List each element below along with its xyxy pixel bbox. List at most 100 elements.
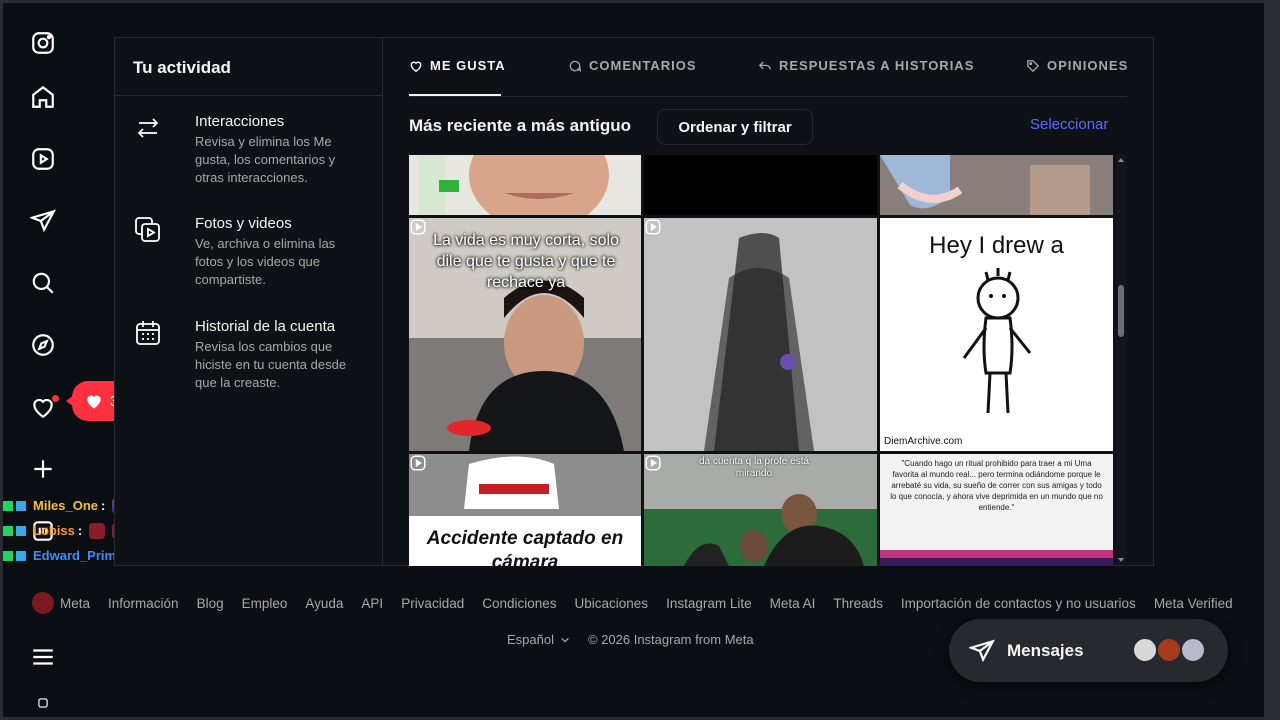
search-icon[interactable] <box>20 260 66 306</box>
arrows-icon <box>137 118 159 138</box>
footer-link[interactable]: Blog <box>197 596 224 611</box>
sidebar-item-desc: Revisa y elimina los Me gusta, los comen… <box>195 134 336 185</box>
footer-bottom: Español © 2026 Instagram from Meta <box>507 632 754 647</box>
sidebar-item-desc: Revisa los cambios que hiciste en tu cue… <box>195 339 347 390</box>
footer-link[interactable]: Instagram Lite <box>666 596 752 611</box>
message-avatars <box>1132 637 1212 663</box>
tab-me-gusta[interactable]: ME GUSTA <box>409 58 506 73</box>
reels-icon[interactable] <box>20 136 66 182</box>
instagram-icon[interactable] <box>20 20 66 66</box>
activity-sidebar: Tu actividad Interacciones Revisa y elim… <box>115 38 383 565</box>
heart-icon <box>410 61 422 72</box>
badge-icon <box>3 500 13 511</box>
sort-label: Más reciente a más antiguo <box>409 116 632 135</box>
post-thumbnail[interactable]: Hey I drew a DiemArchive.com <box>880 218 1113 451</box>
footer-link[interactable]: Empleo <box>242 596 288 611</box>
reel-icon <box>645 219 661 235</box>
select-link[interactable]: Seleccionar <box>1030 116 1108 133</box>
home-icon[interactable] <box>20 74 66 120</box>
footer-link[interactable]: Privacidad <box>401 596 464 611</box>
messages-icon <box>969 638 995 662</box>
footer-link[interactable]: Meta AI <box>770 596 816 611</box>
footer-links: Meta Información Blog Empleo Ayuda API P… <box>32 592 1233 614</box>
post-thumbnail[interactable] <box>409 155 641 215</box>
chevron-down-icon <box>561 637 569 643</box>
activity-content: ME GUSTA COMENTARIOS RESPUESTAS A HISTOR… <box>383 38 1155 566</box>
reel-icon <box>410 455 426 471</box>
tab-bar: ME GUSTA COMENTARIOS RESPUESTAS A HISTOR… <box>409 38 1127 97</box>
media-icon <box>135 217 160 242</box>
post-thumbnail[interactable] <box>880 155 1113 215</box>
post-thumbnail[interactable] <box>644 218 877 451</box>
sidebar-item-title: Fotos y videos <box>195 215 292 232</box>
sidebar-item-desc: Ve, archiva o elimina las fotos y los vi… <box>195 236 336 287</box>
footer-link-meta[interactable]: Meta <box>32 592 90 614</box>
tab-comentarios[interactable]: COMENTARIOS <box>568 58 697 73</box>
post-thumbnail[interactable]: La vida es muy corta, solo dile que te g… <box>409 218 641 451</box>
language-select[interactable]: Español <box>507 632 570 647</box>
badge-icon <box>16 500 26 511</box>
drawing <box>962 268 1032 414</box>
messages-button[interactable]: Mensajes <box>949 619 1228 682</box>
heart-icon[interactable] <box>20 384 66 430</box>
footer-link[interactable]: Ubicaciones <box>575 596 649 611</box>
tab-label: OPINIONES <box>1047 58 1129 73</box>
chat-username: Miles_One <box>33 498 99 513</box>
badge-icon <box>3 550 13 561</box>
scrollbar-thumb[interactable] <box>1118 285 1124 337</box>
post-caption: Accidente captado en cámara <box>426 528 624 566</box>
notification-dot <box>52 395 59 402</box>
tab-opiniones[interactable]: OPINIONES <box>1026 58 1128 73</box>
post-thumbnail[interactable]: "Cuando hago un ritual prohibido para tr… <box>880 454 1113 566</box>
active-tab-indicator <box>409 94 501 96</box>
page-title: Tu actividad <box>133 58 231 77</box>
reel-icon <box>645 455 661 471</box>
badge-icon <box>16 525 26 536</box>
menu-icon[interactable] <box>20 634 66 680</box>
post-thumbnail[interactable]: da cuenta q la profe está mirando <box>644 454 877 566</box>
copyright: © 2026 Instagram from Meta <box>587 632 754 647</box>
footer-link[interactable]: Importación de contactos y no usuarios <box>901 596 1136 611</box>
footer-link[interactable]: Meta Verified <box>1154 596 1233 611</box>
reel-icon <box>410 219 426 235</box>
liked-posts-grid: La vida es muy corta, solo dile que te g… <box>409 155 1115 566</box>
post-caption: La vida es muy corta, solo dile que te g… <box>433 232 619 291</box>
avatar <box>32 592 54 614</box>
footer-link[interactable]: Condiciones <box>482 596 556 611</box>
tab-label: ME GUSTA <box>430 58 506 73</box>
sidebar-item-title: Historial de la cuenta <box>195 318 336 335</box>
chat-username: Lobiss <box>33 523 75 538</box>
reply-icon <box>758 60 771 70</box>
sidebar-item-title: Interacciones <box>195 113 285 130</box>
grid-scrollbar[interactable] <box>1116 155 1126 565</box>
sort-filter-button[interactable]: Ordenar y filtrar <box>657 109 813 145</box>
footer-link[interactable]: Threads <box>833 596 883 611</box>
more-icon[interactable] <box>20 688 66 718</box>
heart-filled-icon <box>87 395 101 409</box>
post-thumbnail[interactable]: Accidente captado en cámara <box>409 454 641 566</box>
tab-label: RESPUESTAS A HISTORIAS <box>779 58 975 73</box>
footer-link[interactable]: Información <box>108 596 179 611</box>
post-caption: da cuenta q la profe está mirando <box>698 456 810 479</box>
footer-link[interactable]: Ayuda <box>305 596 343 611</box>
activity-panel: Tu actividad Interacciones Revisa y elim… <box>114 37 1154 566</box>
emote-icon <box>89 522 106 539</box>
messages-icon[interactable] <box>20 198 66 244</box>
avatar <box>1132 637 1158 663</box>
create-icon[interactable] <box>20 446 66 492</box>
post-watermark: DiemArchive.com <box>884 436 963 447</box>
tab-label: COMENTARIOS <box>589 58 697 73</box>
avatar <box>1156 637 1182 663</box>
footer-link[interactable]: API <box>361 596 383 611</box>
tab-respuestas-historias[interactable]: RESPUESTAS A HISTORIAS <box>758 58 974 73</box>
messages-label: Mensajes <box>1007 640 1084 660</box>
badge-icon <box>16 550 26 561</box>
comment-icon <box>569 60 582 72</box>
badge-icon <box>3 525 13 536</box>
chat-username: Edward_Prime <box>33 548 124 563</box>
avatar <box>1180 637 1206 663</box>
explore-icon[interactable] <box>20 322 66 368</box>
calendar-icon <box>136 321 160 345</box>
tag-icon <box>1027 59 1040 72</box>
post-thumbnail[interactable] <box>644 155 877 215</box>
